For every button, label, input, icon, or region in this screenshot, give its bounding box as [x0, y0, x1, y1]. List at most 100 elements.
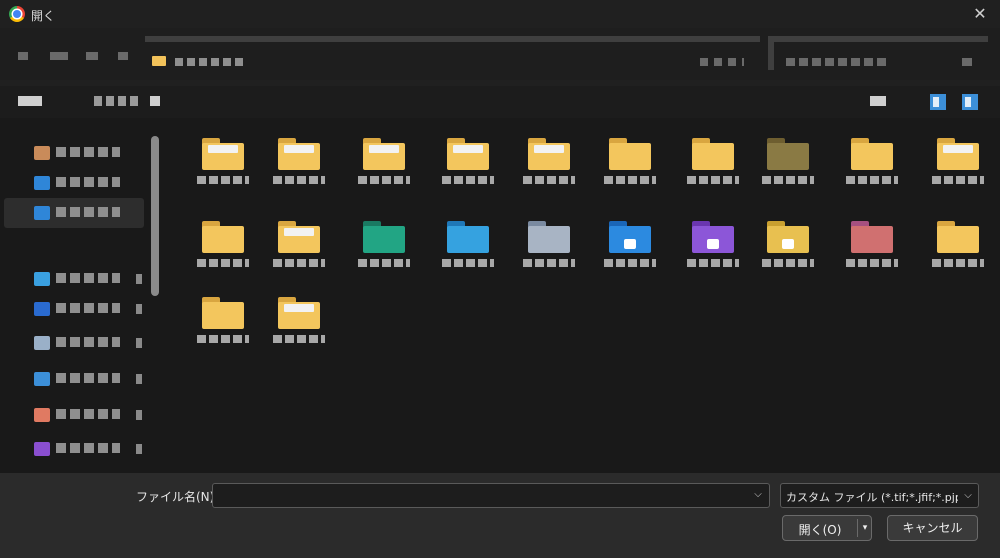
folder-item[interactable] — [916, 201, 1000, 285]
folder-item[interactable] — [181, 277, 265, 361]
folder-name — [507, 259, 591, 267]
nav-item[interactable] — [4, 264, 144, 294]
folder-item[interactable] — [342, 118, 426, 202]
folder-name — [257, 176, 341, 184]
folder-item[interactable] — [426, 118, 510, 202]
nav-item[interactable] — [4, 328, 144, 358]
folder-icon — [202, 221, 244, 253]
filename-input[interactable] — [212, 483, 770, 508]
nav-item-label — [56, 337, 120, 347]
nav-item-label — [56, 273, 120, 283]
search-icon — [962, 58, 972, 66]
folder-item[interactable] — [507, 201, 591, 285]
cloud-drive-icon — [34, 176, 50, 190]
nav-item[interactable] — [4, 434, 144, 464]
folder-item[interactable] — [257, 277, 341, 361]
documents-icon — [34, 336, 50, 350]
folder-item[interactable] — [588, 118, 672, 202]
address-bar[interactable] — [145, 36, 760, 70]
filename-label: ファイル名(N): — [136, 490, 219, 504]
folder-item[interactable] — [746, 201, 830, 285]
nav-item-label — [56, 207, 120, 217]
pin-icon — [136, 444, 142, 454]
chevron-down-icon[interactable]: ⌵ — [750, 487, 766, 503]
folder-name — [181, 335, 265, 343]
back-button[interactable] — [18, 52, 28, 60]
nav-item[interactable] — [4, 364, 144, 394]
folder-item[interactable] — [671, 201, 755, 285]
videos-icon — [34, 442, 50, 456]
organize-button[interactable] — [18, 96, 42, 106]
navigation-pane — [0, 118, 166, 473]
pin-icon — [136, 304, 142, 314]
folder-name — [181, 259, 265, 267]
close-button[interactable]: ✕ — [960, 0, 1000, 28]
nav-item[interactable] — [4, 294, 144, 324]
folder-item[interactable] — [426, 201, 510, 285]
open-button[interactable]: 開く(O) ▾ — [782, 515, 872, 541]
folder-icon — [767, 138, 809, 170]
folder-name — [342, 176, 426, 184]
folder-item[interactable] — [342, 201, 426, 285]
title-bar: 開く ✕ — [0, 0, 1000, 28]
folder-item[interactable] — [830, 201, 914, 285]
navigation-scrollbar[interactable] — [151, 136, 159, 296]
gray-folder-icon — [528, 221, 570, 253]
blue-folder-icon — [447, 221, 489, 253]
folder-item[interactable] — [671, 118, 755, 202]
window-title: 開く — [31, 9, 56, 23]
folder-name — [830, 176, 914, 184]
nav-item-label — [56, 409, 120, 419]
folder-name — [671, 259, 755, 267]
file-type-filter[interactable]: カスタム ファイル (*.tif;*.jfif;*.pjp;*. ⌵ — [780, 483, 979, 508]
breadcrumb[interactable] — [175, 58, 245, 66]
folder-item[interactable] — [916, 118, 1000, 202]
folder-name — [507, 176, 591, 184]
search-box[interactable] — [768, 36, 988, 70]
user-folder-icon — [34, 146, 50, 160]
folder-icon — [851, 138, 893, 170]
cancel-button[interactable]: キャンセル — [887, 515, 978, 541]
folder-item[interactable] — [830, 118, 914, 202]
folder-name — [257, 259, 341, 267]
toolbar — [0, 28, 1000, 80]
help-icon[interactable] — [962, 94, 978, 110]
command-bar — [0, 86, 1000, 118]
forward-button[interactable] — [50, 52, 68, 60]
folder-item[interactable] — [257, 201, 341, 285]
chevron-down-icon[interactable] — [150, 96, 160, 106]
preview-pane-icon[interactable] — [930, 94, 946, 110]
dialog-footer: ファイル名(N): ⌵ カスタム ファイル (*.tif;*.jfif;*.pj… — [0, 473, 1000, 558]
folder-item[interactable] — [181, 201, 265, 285]
folder-name — [830, 259, 914, 267]
folder-icon — [202, 297, 244, 329]
folder-name — [588, 176, 672, 184]
folder-item[interactable] — [588, 201, 672, 285]
pin-icon — [136, 274, 142, 284]
nav-item[interactable] — [4, 400, 144, 430]
pin-icon — [136, 374, 142, 384]
open-options-arrow[interactable]: ▾ — [859, 520, 871, 536]
folder-item[interactable] — [507, 118, 591, 202]
nav-item-label — [56, 177, 120, 187]
folder-icon — [937, 138, 979, 170]
split-divider — [857, 519, 858, 537]
up-button[interactable] — [118, 52, 128, 60]
new-folder-button[interactable] — [94, 96, 138, 106]
pink-folder-icon — [851, 221, 893, 253]
folder-item[interactable] — [257, 118, 341, 202]
open-button-label: 開く(O) — [798, 523, 842, 537]
music-icon — [34, 408, 50, 422]
refresh-button[interactable] — [700, 58, 744, 66]
folder-icon — [363, 138, 405, 170]
google-drive-folder-icon — [767, 221, 809, 253]
folder-name — [342, 259, 426, 267]
recent-locations-button[interactable] — [86, 52, 98, 60]
view-options-button[interactable] — [870, 96, 886, 106]
nav-item[interactable] — [4, 198, 144, 228]
folder-item[interactable] — [181, 118, 265, 202]
nav-item-label — [56, 303, 120, 313]
nav-item[interactable] — [4, 168, 144, 198]
nav-item[interactable] — [4, 138, 144, 168]
folder-item[interactable] — [746, 118, 830, 202]
